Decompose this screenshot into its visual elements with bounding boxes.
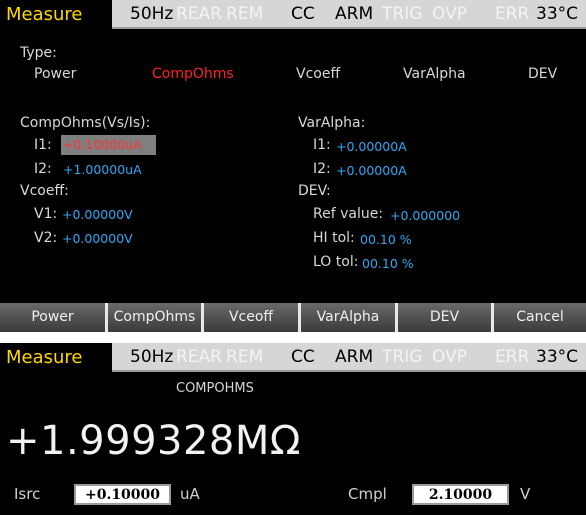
dev-lo-tol-field[interactable]: 00.10 % — [362, 256, 414, 272]
isrc-unit: uA — [180, 485, 200, 503]
softkey-bar: Power CompOhms Vceoff VarAlpha DEV Cance… — [0, 303, 586, 332]
varalpha-header: VarAlpha: — [298, 115, 366, 131]
vcoeff-header: Vcoeff: — [20, 183, 69, 199]
rem-indicator: REM — [226, 4, 264, 24]
trig-indicator: TRIG — [382, 347, 423, 367]
type-option-compohms[interactable]: CompOhms — [152, 66, 234, 82]
mode-indicator: Measure — [0, 0, 112, 29]
dev-ref-field[interactable]: +0.000000 — [390, 208, 460, 224]
dev-header: DEV: — [298, 183, 331, 199]
function-label: COMPOHMS — [176, 381, 254, 396]
status-bar: Measure 50Hz REAR REM CC ARM TRIG OVP ER… — [0, 343, 586, 372]
temperature-indicator: 33°C — [536, 4, 579, 24]
err-indicator: ERR — [495, 4, 530, 24]
ovp-indicator: OVP — [432, 4, 467, 24]
softkey-power[interactable]: Power — [0, 303, 105, 332]
softkey-varalpha[interactable]: VarAlpha — [298, 303, 395, 332]
config-screen: Measure 50Hz REAR REM CC ARM TRIG OVP ER… — [0, 0, 586, 332]
vcoeff-v2-field[interactable]: +0.00000V — [62, 231, 133, 247]
cc-indicator: CC — [291, 347, 315, 367]
mode-indicator: Measure — [0, 343, 112, 372]
varalpha-i2-label: I2: — [313, 161, 331, 177]
type-option-varalpha[interactable]: VarAlpha — [403, 66, 466, 82]
dev-ref-label: Ref value: — [313, 206, 384, 222]
vcoeff-v1-field[interactable]: +0.00000V — [62, 207, 133, 223]
rear-indicator: REAR — [176, 4, 222, 24]
vcoeff-v2-label: V2: — [34, 230, 58, 246]
type-label: Type: — [20, 45, 57, 61]
compohms-i2-label: I2: — [34, 161, 52, 177]
softkey-vceoff[interactable]: Vceoff — [201, 303, 298, 332]
dev-hi-tol-label: HI tol: — [313, 230, 355, 246]
trig-indicator: TRIG — [382, 4, 423, 24]
rem-indicator: REM — [226, 347, 264, 367]
isrc-label: Isrc — [14, 485, 41, 503]
freq-indicator: 50Hz — [130, 4, 174, 24]
compohms-i1-field[interactable]: +0.10000uA — [61, 135, 156, 155]
status-bar: Measure 50Hz REAR REM CC ARM TRIG OVP ER… — [0, 0, 586, 29]
type-option-dev[interactable]: DEV — [528, 66, 557, 82]
vcoeff-v1-label: V1: — [34, 206, 58, 222]
softkey-dev[interactable]: DEV — [395, 303, 491, 332]
varalpha-i2-field[interactable]: +0.00000A — [336, 163, 407, 179]
compohms-header: CompOhms(Vs/Is): — [20, 115, 151, 131]
varalpha-i1-label: I1: — [313, 137, 331, 153]
softkey-compohms[interactable]: CompOhms — [105, 303, 201, 332]
freq-indicator: 50Hz — [130, 347, 174, 367]
compohms-i2-field[interactable]: +1.00000uA — [63, 162, 142, 178]
isrc-field[interactable]: +0.10000 — [74, 484, 171, 505]
ovp-indicator: OVP — [432, 347, 467, 367]
varalpha-i1-field[interactable]: +0.00000A — [336, 139, 407, 155]
cmpl-field[interactable]: 2.10000 — [412, 484, 509, 505]
cmpl-unit: V — [520, 485, 531, 503]
softkey-cancel[interactable]: Cancel — [491, 303, 586, 332]
dev-hi-tol-field[interactable]: 00.10 % — [360, 232, 412, 248]
temperature-indicator: 33°C — [536, 347, 579, 367]
arm-indicator: ARM — [335, 4, 374, 24]
type-option-power[interactable]: Power — [34, 66, 76, 82]
cc-indicator: CC — [291, 4, 315, 24]
err-indicator: ERR — [495, 347, 530, 367]
compohms-i1-label: I1: — [34, 137, 52, 153]
rear-indicator: REAR — [176, 347, 222, 367]
main-reading: +1.999328MΩ — [6, 418, 301, 464]
arm-indicator: ARM — [335, 347, 374, 367]
type-option-vcoeff[interactable]: Vcoeff — [296, 66, 340, 82]
measurement-screen: Measure 50Hz REAR REM CC ARM TRIG OVP ER… — [0, 343, 586, 515]
cmpl-label: Cmpl — [348, 485, 387, 503]
dev-lo-tol-label: LO tol: — [313, 254, 359, 270]
